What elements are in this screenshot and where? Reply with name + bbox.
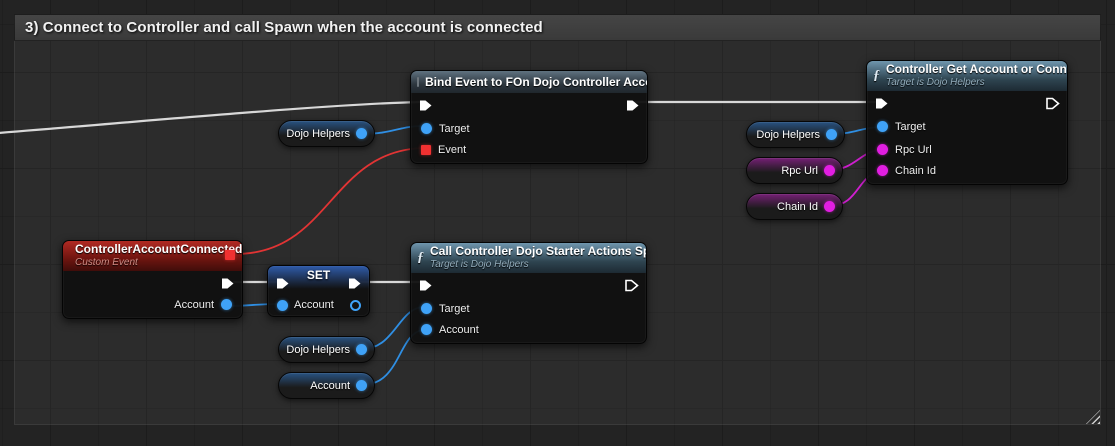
pill-label: Rpc Url <box>781 165 818 177</box>
output-pin[interactable] <box>356 128 367 139</box>
exec-in-pin[interactable] <box>418 99 433 112</box>
event-delegate-out-pin[interactable] <box>225 250 235 260</box>
node-set-account[interactable]: SET Account <box>267 265 370 317</box>
exec-in-pin[interactable] <box>874 97 889 110</box>
pill-label: Dojo Helpers <box>286 128 350 140</box>
output-pin[interactable] <box>826 129 837 140</box>
exec-out-pin[interactable] <box>625 99 640 112</box>
comment-header[interactable]: 3) Connect to Controller and call Spawn … <box>14 14 1101 41</box>
account-in-pin[interactable] <box>277 300 288 311</box>
var-node-dojo-helpers-3[interactable]: Dojo Helpers <box>278 336 375 363</box>
exec-out-pin[interactable] <box>347 277 362 290</box>
bind-event-icon <box>417 77 419 87</box>
output-pin[interactable] <box>824 201 835 212</box>
node-call-spawn[interactable]: ƒ Call Controller Dojo Starter Actions S… <box>410 242 647 344</box>
var-node-dojo-helpers-2[interactable]: Dojo Helpers <box>746 121 845 148</box>
pill-label: Dojo Helpers <box>286 344 350 356</box>
var-node-rpc-url[interactable]: Rpc Url <box>746 157 843 184</box>
output-pin[interactable] <box>356 380 367 391</box>
node-spawn-header: ƒ Call Controller Dojo Starter Actions S… <box>411 243 646 273</box>
exec-out-pin[interactable] <box>624 279 639 292</box>
pill-label: Chain Id <box>777 201 818 213</box>
exec-in-pin[interactable] <box>275 277 290 290</box>
node-custom-event-header: ControllerAccountConnected Custom Event <box>63 241 242 271</box>
target-pin[interactable] <box>421 123 432 134</box>
custom-event-icon <box>66 253 72 259</box>
node-subtitle: Target is Dojo Helpers <box>886 77 1067 89</box>
node-title: Controller Get Account or Connect <box>886 63 1067 77</box>
target-pin[interactable] <box>877 121 888 132</box>
var-node-account[interactable]: Account <box>278 372 375 399</box>
pin-label: Account <box>294 299 334 311</box>
var-node-dojo-helpers-1[interactable]: Dojo Helpers <box>278 120 375 147</box>
node-subtitle: Target is Dojo Helpers <box>430 259 646 271</box>
output-pin[interactable] <box>356 344 367 355</box>
pin-label: Target <box>439 123 470 135</box>
comment-title: 3) Connect to Controller and call Spawn … <box>25 19 543 36</box>
node-bind-event[interactable]: Bind Event to FOn Dojo Controller Accoun… <box>410 70 648 164</box>
node-title: Call Controller Dojo Starter Actions Spa… <box>430 245 646 259</box>
pin-label: Chain Id <box>895 165 936 177</box>
var-node-chain-id[interactable]: Chain Id <box>746 193 843 220</box>
account-out-pin[interactable] <box>221 299 232 310</box>
event-delegate-pin[interactable] <box>421 145 431 155</box>
chain-id-pin[interactable] <box>877 165 888 176</box>
node-controller-account-connected[interactable]: ControllerAccountConnected Custom Event … <box>62 240 243 319</box>
pill-label: Dojo Helpers <box>756 129 820 141</box>
exec-out-pin[interactable] <box>220 277 235 290</box>
value-out-pin[interactable] <box>350 300 361 311</box>
function-icon: ƒ <box>873 68 880 84</box>
pin-label: Rpc Url <box>895 144 932 156</box>
function-icon: ƒ <box>417 250 424 266</box>
exec-in-pin[interactable] <box>418 279 433 292</box>
node-get-account-header: ƒ Controller Get Account or Connect Targ… <box>867 61 1067 91</box>
node-bind-event-header: Bind Event to FOn Dojo Controller Accoun… <box>411 71 647 93</box>
pin-label: Target <box>439 303 470 315</box>
target-pin[interactable] <box>421 303 432 314</box>
exec-out-pin[interactable] <box>1045 97 1060 110</box>
node-subtitle: Custom Event <box>75 257 242 269</box>
rpc-url-pin[interactable] <box>877 144 888 155</box>
account-pin[interactable] <box>421 324 432 335</box>
pin-label: Account <box>439 324 479 336</box>
pin-label: Account <box>174 299 214 311</box>
blueprint-canvas[interactable]: 3) Connect to Controller and call Spawn … <box>0 0 1115 446</box>
node-title: ControllerAccountConnected <box>75 243 242 257</box>
pill-label: Account <box>310 380 350 392</box>
node-get-account-or-connect[interactable]: ƒ Controller Get Account or Connect Targ… <box>866 60 1068 185</box>
output-pin[interactable] <box>824 165 835 176</box>
pin-label: Event <box>438 144 466 156</box>
pin-label: Target <box>895 121 926 133</box>
node-title: Bind Event to FOn Dojo Controller Accoun… <box>425 75 647 89</box>
